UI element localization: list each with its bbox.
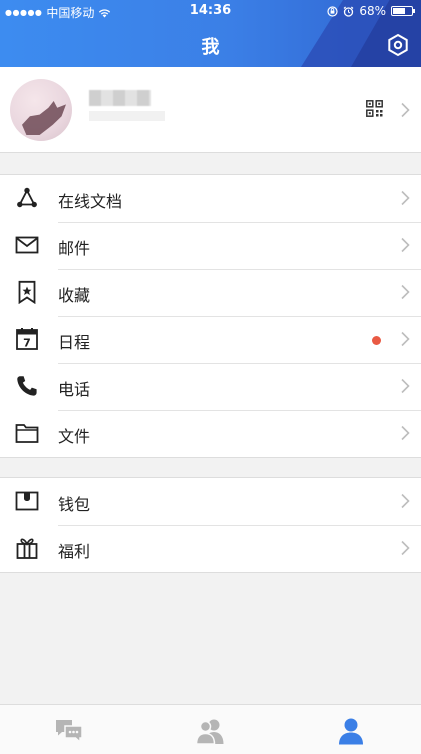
- menu-item-files[interactable]: 文件: [0, 410, 421, 457]
- wallet-icon: [15, 491, 39, 511]
- chevron-right-icon: [401, 102, 410, 118]
- rotation-lock-icon: [327, 5, 338, 17]
- menu-label: 邮件: [58, 239, 91, 258]
- blurred-account-info: [89, 111, 165, 121]
- chevron-right-icon: [401, 331, 410, 347]
- menu-item-mail[interactable]: 邮件: [0, 222, 421, 269]
- chevron-right-icon: [401, 237, 410, 253]
- status-bar: ●●●●● 中国移动 14:36 68%: [0, 0, 421, 22]
- menu-item-wallet[interactable]: 钱包: [0, 478, 421, 525]
- blurred-username: [89, 90, 151, 106]
- chevron-right-icon: [401, 284, 410, 300]
- menu-item-favorites[interactable]: 收藏: [0, 269, 421, 316]
- contacts-icon[interactable]: [195, 717, 225, 745]
- menu-item-phone[interactable]: 电话: [0, 363, 421, 410]
- chevron-right-icon: [401, 190, 410, 206]
- menu-label: 福利: [58, 542, 91, 561]
- mail-icon: [15, 236, 39, 254]
- qr-code-icon[interactable]: [366, 100, 383, 117]
- menu-label: 电话: [58, 380, 91, 399]
- menu-label: 钱包: [58, 495, 91, 514]
- chevron-right-icon: [401, 425, 410, 441]
- battery-icon: [391, 6, 415, 16]
- page-title: 我: [201, 37, 220, 58]
- calendar-day-number: 7: [23, 337, 31, 350]
- chat-icon[interactable]: [54, 717, 84, 745]
- alarm-icon: [343, 6, 354, 17]
- me-screen: ●●●●● 中国移动 14:36 68% 我 在线文档 邮件 收藏 7 日程 电…: [0, 0, 421, 754]
- menu-label: 在线文档: [58, 192, 123, 211]
- settings-hexagon-icon[interactable]: [386, 33, 410, 57]
- phone-icon: [17, 376, 37, 396]
- share-nodes-icon: [17, 187, 37, 208]
- me-icon[interactable]: [336, 717, 366, 745]
- tab-bar: [0, 704, 421, 754]
- menu-label: 文件: [58, 427, 91, 446]
- header: ●●●●● 中国移动 14:36 68% 我: [0, 0, 421, 67]
- menu-group-main: 在线文档 邮件 收藏 7 日程 电话 文件: [0, 174, 421, 458]
- menu-item-online-docs[interactable]: 在线文档: [0, 175, 421, 222]
- chevron-right-icon: [401, 540, 410, 556]
- avatar-image: [22, 101, 66, 135]
- gift-icon: [16, 538, 38, 559]
- menu-item-schedule[interactable]: 7 日程: [0, 316, 421, 363]
- bookmark-star-icon: [18, 280, 36, 304]
- folder-icon: [15, 424, 39, 443]
- menu-item-benefits[interactable]: 福利: [0, 525, 421, 572]
- avatar[interactable]: [10, 79, 72, 141]
- battery-level: [393, 8, 405, 14]
- menu-group-wallet: 钱包 福利: [0, 477, 421, 573]
- chevron-right-icon: [401, 378, 410, 394]
- notification-dot: [372, 336, 381, 345]
- chevron-right-icon: [401, 493, 410, 509]
- menu-label: 日程: [58, 333, 91, 352]
- calendar-icon: 7: [16, 328, 38, 350]
- profile-card[interactable]: [0, 67, 421, 153]
- menu-label: 收藏: [58, 286, 91, 305]
- battery-percent: 68%: [359, 4, 386, 18]
